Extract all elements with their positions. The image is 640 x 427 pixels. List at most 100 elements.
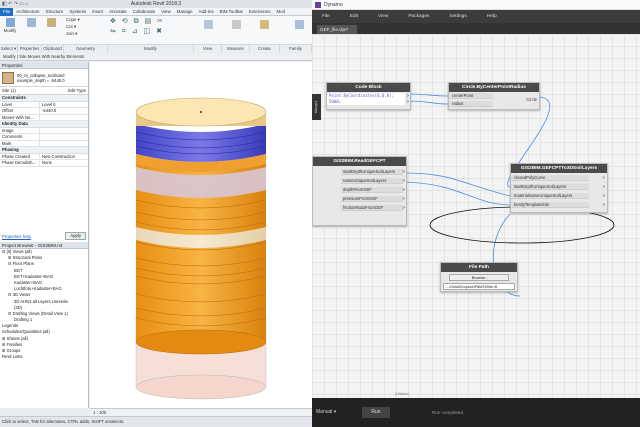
input-port[interactable]: closedPolyCurve [511,175,589,181]
ribbon-tab-collaborate[interactable]: Collaborate [130,8,158,16]
type-selector[interactable]: 00_Si_collapse_SoilSand example_depth = … [0,69,88,87]
property-value[interactable]: None [40,160,52,166]
output-port[interactable]: > [603,202,605,208]
output-port[interactable]: frictionRatioFromGEF [341,205,403,211]
cut-button[interactable]: Cut ▾ [66,24,76,29]
join-label: Join ▾ [66,31,78,36]
output-port[interactable]: > [603,175,605,181]
join-button[interactable]: Join ▾ [66,31,77,36]
soil-layers-node[interactable]: GIS2BIM.GEFCPTTo3DSoilLayers closedPolyC… [510,163,608,213]
input-port[interactable]: familyTemplateSite [511,202,589,208]
instance-filter[interactable]: Site (1) [2,88,16,93]
property-value[interactable] [40,134,42,140]
property-value[interactable] [40,128,42,134]
menu-help[interactable]: Help [477,10,507,23]
soil-layers-title: GIS2BIM.GEFCPTTo3DSoilLayers [511,164,607,173]
ribbon-tab-architecture[interactable]: Architecture [13,8,42,16]
modify-tools[interactable]: ✥ ⟲ ⧉ ▤ ✂ [110,18,190,25]
view-control-bar[interactable]: 1 : 100 [90,408,312,416]
ribbon-tab-extensions[interactable]: Extensions [246,8,273,16]
code-block-node[interactable]: Code Block Point.ByCoordinates(0,0,0); 5… [326,82,411,110]
output-port[interactable]: pressureFromGEF [341,196,403,202]
ribbon-tab-add-ins[interactable]: Add-Ins [196,8,217,16]
graph-canvas[interactable]: Library Code Block Point.ByCoordinates(0… [312,34,640,398]
project-browser: Project Browser - GIS2BIM.rvt ⊟ [0] View… [0,242,89,408]
panel-select[interactable]: Select ▾ [0,45,18,52]
dynamo-menu-bar: File Edit View Packages Settings Help [312,10,640,23]
properties-help-link[interactable]: Properties help [2,234,31,239]
ribbon-tab-structure[interactable]: Structure [43,8,67,16]
menu-settings[interactable]: Settings [439,10,476,23]
ribbon-tab-manage[interactable]: Manage [174,8,196,16]
create-button[interactable] [256,20,272,30]
input-radius[interactable]: radius [449,101,493,107]
panel-measure: Measure [222,45,250,52]
properties-button[interactable] [22,18,40,28]
menu-packages[interactable]: Packages [398,10,439,23]
property-value[interactable]: -5440.0 [40,108,56,114]
run-mode-select[interactable]: Manual ▾ [316,407,356,418]
output-chevron[interactable]: > [403,205,405,211]
ribbon-tab-insert[interactable]: Insert [89,8,106,16]
create-icon [259,20,269,29]
output-port[interactable]: > [603,193,605,199]
file-path-value[interactable]: ...\\Voidt\Dropbox\PAM\N\Site.rft [443,283,515,290]
workspace-tab-bar: GEF_file.dyn* [312,23,640,34]
output-chevron[interactable]: > [403,169,405,175]
output-chevron[interactable]: > [403,178,405,184]
input-centerpoint[interactable]: centerPoint [449,93,493,99]
ribbon-tab-view[interactable]: View [158,8,173,16]
input-port[interactable]: materialnameUniqueSoilLayers [511,193,589,199]
view-button[interactable] [200,20,216,30]
browser-tree-item[interactable]: Revit Links [0,354,88,360]
options-bar[interactable]: Modify | Site Moves With Nearby Elements [0,53,312,61]
view-scale[interactable]: 1 : 100 [93,410,106,415]
center-point-marker [200,111,202,113]
menu-view[interactable]: View [368,10,398,23]
output-chevron[interactable]: > [403,196,405,202]
output-port[interactable]: startDepthUniqueSoilLayers [341,169,403,175]
apply-button[interactable]: Apply [65,232,86,240]
family-editor-button[interactable] [290,20,308,30]
cope-button[interactable]: Cope ▾ [66,17,80,22]
output-port[interactable]: nameUniqueSoilLayers [341,178,403,184]
output-chevron[interactable]: > [403,187,405,193]
output-port[interactable]: > [603,184,605,190]
ribbon-tab-bim-toolbar[interactable]: BIM Toolbar [217,8,246,16]
ribbon-tab-annotate[interactable]: Annotate [106,8,130,16]
read-gef-node[interactable]: GIS2BIM.ReadGEFCPT startDepthUniqueSoilL… [312,156,407,226]
workspace-tab[interactable]: GEF_file.dyn* [317,25,357,34]
quick-access-toolbar[interactable]: ◧ ↶ ↷ ▭ ⌂ [2,0,28,8]
input-port[interactable]: startDepthUniqueSoilLayers [511,184,589,190]
output-port[interactable]: depthFromGEF [341,187,403,193]
menu-edit[interactable]: Edit [340,10,368,23]
ribbon-tab-systems[interactable]: Systems [66,8,89,16]
properties-icon [26,18,36,27]
property-name: Image [0,127,40,133]
browse-button[interactable]: Browse... [449,274,509,281]
property-value[interactable]: Level 0 [40,102,56,108]
measure-button[interactable] [228,20,244,30]
paste-icon [46,18,56,27]
property-value[interactable]: New Construction [40,154,75,160]
code-line-2[interactable]: 5000; [327,99,405,105]
property-value[interactable] [40,115,42,121]
ribbon-tab-file[interactable]: File [0,8,14,16]
ribbon-tab-mod[interactable]: Mod [274,8,289,16]
circle-node[interactable]: Circle.ByCenterPointRadius centerPoint r… [448,82,540,110]
modify-tools-row2[interactable]: ⇋ ⌗ ⊿ ◫ ✖ [110,28,190,35]
property-name: Mark [0,140,40,146]
3d-viewport[interactable] [90,62,312,408]
modify-button[interactable]: Modify [2,18,18,33]
canvas-footer-label: (Hidden) [395,392,410,396]
output-circle[interactable]: Circle [526,97,537,103]
property-value[interactable] [40,141,42,147]
paste-button[interactable] [44,18,58,28]
edit-type-button[interactable]: Edit Type [68,88,86,93]
file-path-node[interactable]: File Path Browse... ...\\Voidt\Dropbox\P… [440,262,518,292]
run-button[interactable]: Run [362,407,390,418]
revit-status-bar: Click to select, TAB for alternates, CTR… [0,416,312,427]
menu-file[interactable]: File [312,10,340,23]
site-type-icon [2,71,14,84]
code-output-port-2[interactable]: > [407,99,409,105]
